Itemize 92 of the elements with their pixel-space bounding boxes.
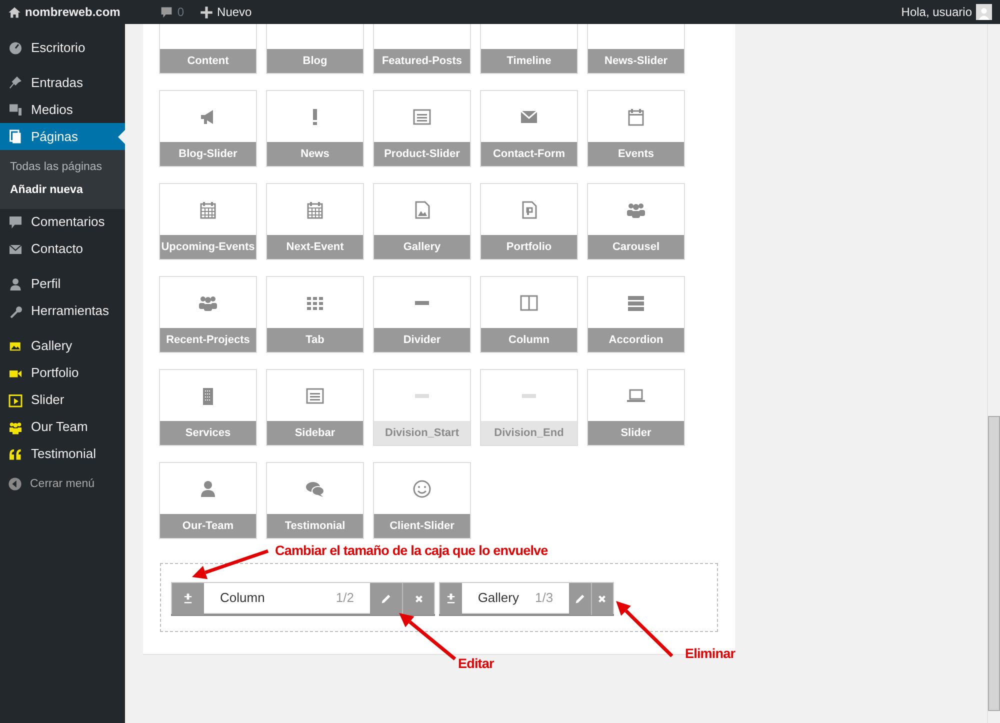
element-label: Gallery — [478, 589, 519, 608]
element-tile[interactable]: Services — [159, 369, 257, 446]
calendar-icon — [198, 200, 218, 220]
list-window-icon — [412, 106, 432, 126]
element-tile[interactable]: Upcoming-Events — [159, 183, 257, 260]
smiley-icon — [412, 478, 432, 498]
size-fraction: 1/3 — [535, 589, 554, 608]
plus-icon[interactable] — [200, 6, 214, 18]
site-name-link[interactable]: nombreweb.com — [25, 3, 120, 21]
element-tile[interactable]: News — [266, 90, 364, 167]
annotation-text: Cambiar el tamaño de la caja que lo envuelve — [275, 542, 548, 560]
list-window-icon — [305, 386, 325, 406]
pin-icon — [8, 75, 23, 90]
group-icon — [8, 420, 23, 434]
exclamation-icon — [313, 108, 317, 124]
resize-handle[interactable] — [440, 583, 462, 615]
calendar-icon — [305, 200, 325, 220]
submenu-item[interactable]: Todas las páginas — [0, 156, 125, 180]
home-icon[interactable] — [8, 6, 21, 18]
new-link[interactable]: Nuevo — [217, 3, 252, 21]
sidebar-item[interactable]: Escritorio — [0, 34, 125, 61]
element-tile[interactable]: Blog — [266, 24, 364, 74]
sidebar-item[interactable]: Gallery — [0, 332, 125, 360]
pencil-icon — [574, 593, 586, 605]
person-icon — [198, 478, 218, 498]
element-tile[interactable]: Gallery — [373, 183, 471, 260]
annotation-text: Editar — [458, 655, 494, 673]
bar-icon — [415, 394, 429, 398]
sidebar-item[interactable]: Our Team — [0, 414, 125, 440]
element-tile[interactable]: Product-Slider — [373, 90, 471, 167]
dashboard-icon — [8, 40, 23, 55]
annotation-arrow — [399, 613, 456, 660]
element-tile[interactable]: Timeline — [480, 24, 578, 74]
scrollbar-thumb[interactable] — [988, 416, 1000, 711]
sidebar-item[interactable]: Medios — [0, 96, 125, 123]
element-tile[interactable]: Accordion — [587, 276, 685, 353]
sidebar-item[interactable]: Comentarios — [0, 208, 125, 236]
annotation-text: Eliminar — [685, 645, 736, 663]
element-tile[interactable]: Contact-Form — [480, 90, 578, 167]
element-tile[interactable]: Content — [159, 24, 257, 74]
element-tile[interactable]: Sidebar — [266, 369, 364, 446]
sidebar-item[interactable]: Testimonial — [0, 440, 125, 468]
element-tile[interactable]: Portfolio — [480, 183, 578, 260]
comment-count[interactable]: 0 — [177, 3, 184, 21]
element-tile[interactable]: Carousel — [587, 183, 685, 260]
delete-button[interactable] — [590, 583, 614, 615]
quote-icon — [8, 446, 23, 462]
element-tile[interactable]: Column — [480, 276, 578, 353]
edit-button[interactable] — [370, 583, 402, 615]
bar-icon — [522, 394, 536, 398]
element-tile[interactable]: Featured-Posts — [373, 24, 471, 74]
element-tile[interactable]: Events — [587, 90, 685, 167]
element-tile[interactable]: Recent-Projects — [159, 276, 257, 353]
pencil-icon — [380, 593, 392, 605]
sidebar-item[interactable]: Entradas — [0, 69, 125, 96]
close-icon — [414, 594, 424, 604]
sidebar-item[interactable]: Herramientas — [0, 298, 125, 324]
sidebar-item[interactable]: Contacto — [0, 236, 125, 262]
media-icon — [8, 102, 23, 117]
element-tile[interactable]: News-Slider — [587, 24, 685, 74]
sidebar-item[interactable]: Páginas — [0, 123, 125, 150]
columns-icon — [519, 292, 539, 312]
element-tile[interactable]: Testimonial — [266, 462, 364, 539]
element-tile[interactable]: Tab — [266, 276, 364, 353]
calendar-icon — [626, 106, 646, 126]
delete-button[interactable] — [402, 583, 434, 615]
sidebar-item[interactable]: Slider — [0, 386, 125, 414]
comment-icon[interactable] — [160, 6, 174, 18]
size-fraction: 1/2 — [336, 589, 354, 608]
element-tile[interactable]: Divider — [373, 276, 471, 353]
element-tile[interactable]: Blog-Slider — [159, 90, 257, 167]
annotation-arrow — [616, 601, 674, 658]
pages-icon — [8, 129, 23, 144]
sidebar-item[interactable]: Perfil — [0, 270, 125, 298]
element-tile[interactable]: Client-Slider — [373, 462, 471, 539]
collapse-menu-button[interactable]: Cerrar menú — [0, 476, 125, 493]
play-box-icon — [8, 392, 23, 408]
bar-icon — [415, 300, 429, 304]
greeting-link[interactable]: Hola, usuario — [901, 3, 972, 21]
element-tile[interactable]: Slider — [587, 369, 685, 446]
comment-icon — [8, 214, 23, 230]
edit-button[interactable] — [569, 583, 591, 615]
wrench-icon — [8, 304, 23, 318]
resize-handle[interactable] — [172, 583, 204, 615]
sidebar-item[interactable]: Portfolio — [0, 360, 125, 386]
element-label: Column — [220, 589, 265, 608]
scrollbar[interactable] — [987, 24, 1000, 723]
submenu-item[interactable]: Añadir nueva — [0, 179, 125, 202]
close-icon — [597, 594, 608, 604]
person-icon — [8, 276, 23, 292]
element-tile[interactable]: Our-Team — [159, 462, 257, 539]
element-tile[interactable]: Next-Event — [266, 183, 364, 260]
